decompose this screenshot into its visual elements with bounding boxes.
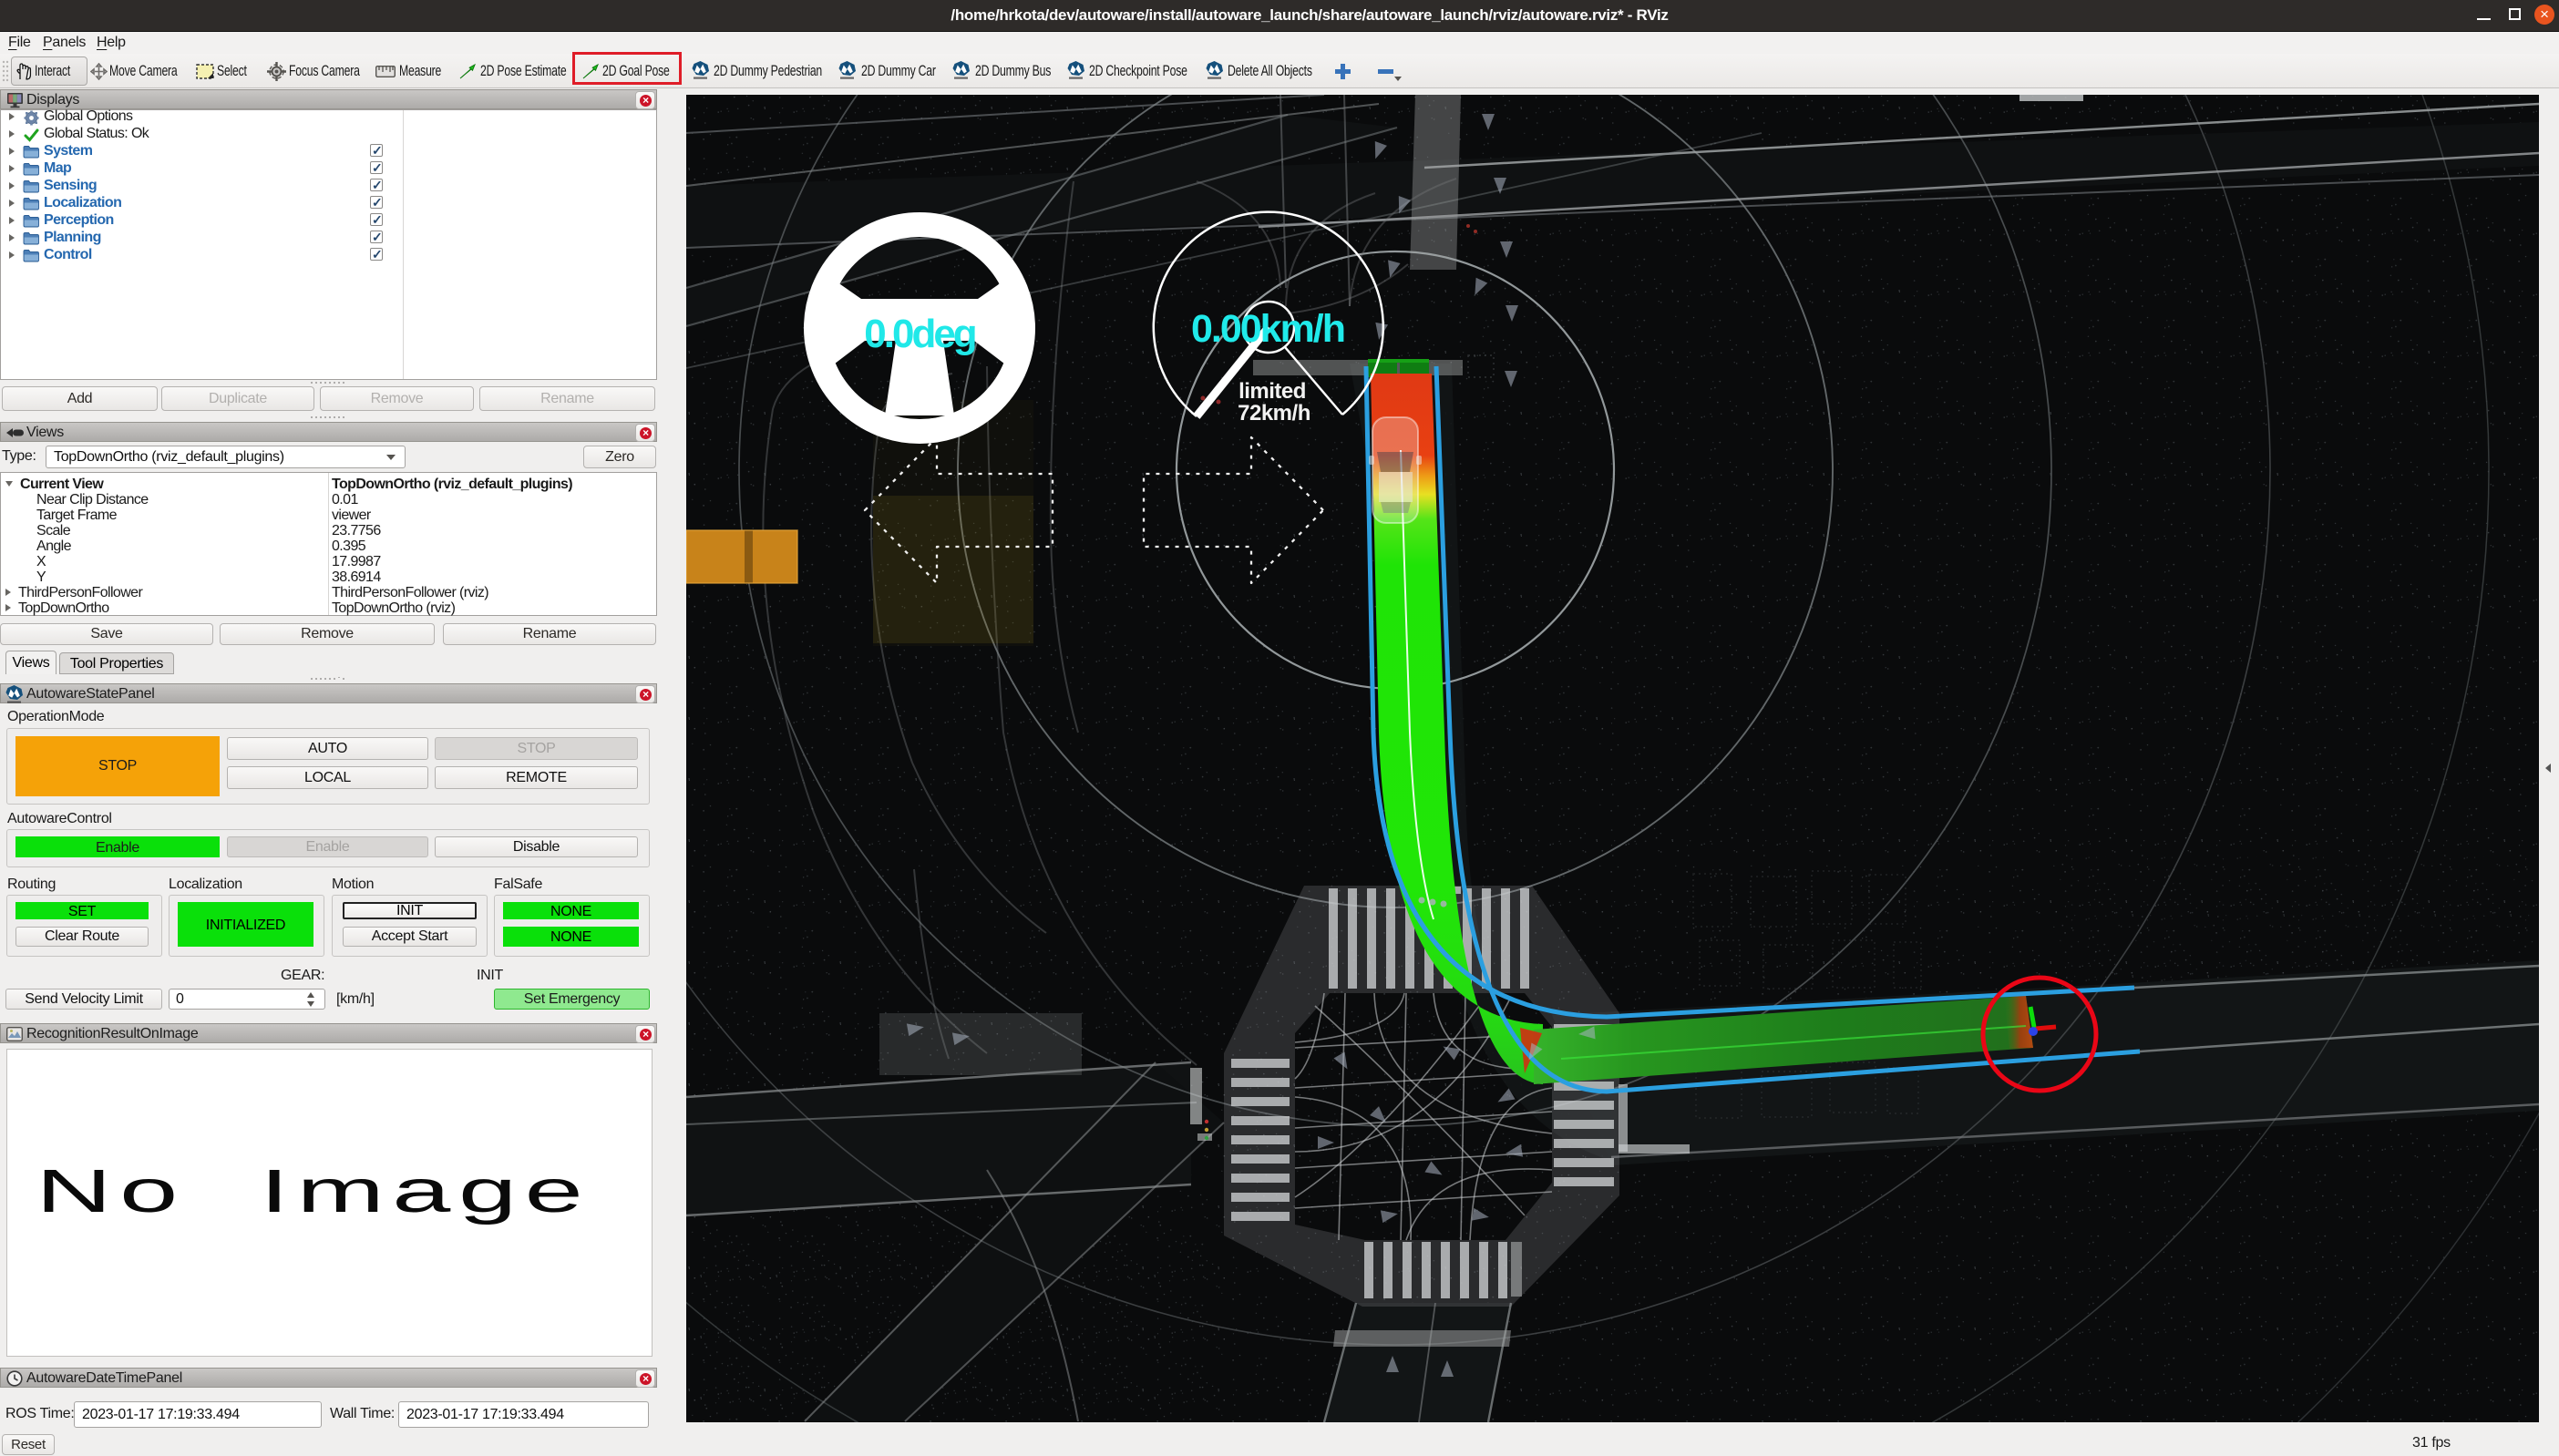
svg-text:0.00km/h: 0.00km/h (1191, 307, 1344, 351)
svg-text:72km/h: 72km/h (1238, 401, 1310, 426)
svg-text:limited: limited (1238, 379, 1306, 404)
svg-text:0.0deg: 0.0deg (864, 312, 975, 356)
